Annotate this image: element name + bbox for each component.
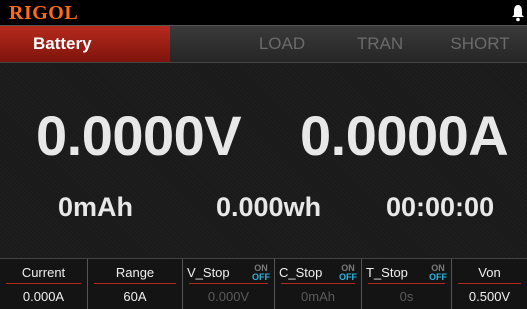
param-t-stop[interactable]: T_Stop ON OFF 0s — [362, 259, 452, 309]
param-underline — [6, 283, 81, 284]
parameter-bar: Current 0.000A Range 60A V_Stop ON OFF 0… — [0, 258, 527, 309]
param-value: 60A — [123, 289, 147, 304]
param-value: 0.000V — [207, 289, 250, 304]
instrument-screen: RIGOL Battery LOAD TRAN SHORT 0.0000V 0.… — [0, 0, 527, 309]
tab-battery[interactable]: Battery — [0, 26, 170, 62]
current-reading: 0.0000A — [300, 104, 509, 167]
energy-reading: 0.000wh — [216, 192, 322, 222]
param-value: 0.500V — [468, 289, 511, 304]
measurement-display: 0.0000V 0.0000A 0mAh 0.000wh 00:00:00 — [0, 63, 527, 258]
param-underline — [94, 283, 176, 284]
on-off-indicator[interactable]: ON OFF — [429, 264, 447, 282]
param-label: Von — [478, 265, 501, 280]
on-off-indicator[interactable]: ON OFF — [339, 264, 357, 282]
tab-tran[interactable]: TRAN — [345, 26, 415, 62]
param-underline — [458, 283, 521, 284]
param-underline — [368, 283, 445, 284]
bell-icon — [511, 4, 525, 22]
rigol-logo: RIGOL — [9, 2, 79, 24]
tab-short[interactable]: SHORT — [440, 26, 520, 62]
param-current[interactable]: Current 0.000A — [0, 259, 88, 309]
param-value: 0mAh — [301, 289, 335, 304]
param-underline — [281, 283, 355, 284]
param-value: 0.000A — [22, 289, 65, 304]
on-off-indicator[interactable]: ON OFF — [252, 264, 270, 282]
top-bar: RIGOL — [0, 0, 527, 25]
param-label: Range — [115, 265, 155, 280]
param-von[interactable]: Von 0.500V — [452, 259, 527, 309]
param-label: Current — [21, 265, 66, 280]
elapsed-time: 00:00:00 — [386, 192, 495, 222]
param-underline — [189, 283, 268, 284]
voltage-reading: 0.0000V — [36, 104, 242, 167]
capacity-reading: 0mAh — [58, 192, 134, 222]
param-v-stop[interactable]: V_Stop ON OFF 0.000V — [183, 259, 275, 309]
param-value: 0s — [399, 289, 414, 304]
mode-tab-bar: Battery LOAD TRAN SHORT — [0, 25, 527, 63]
tab-load[interactable]: LOAD — [247, 26, 317, 62]
param-c-stop[interactable]: C_Stop ON OFF 0mAh — [275, 259, 362, 309]
param-range[interactable]: Range 60A — [88, 259, 183, 309]
